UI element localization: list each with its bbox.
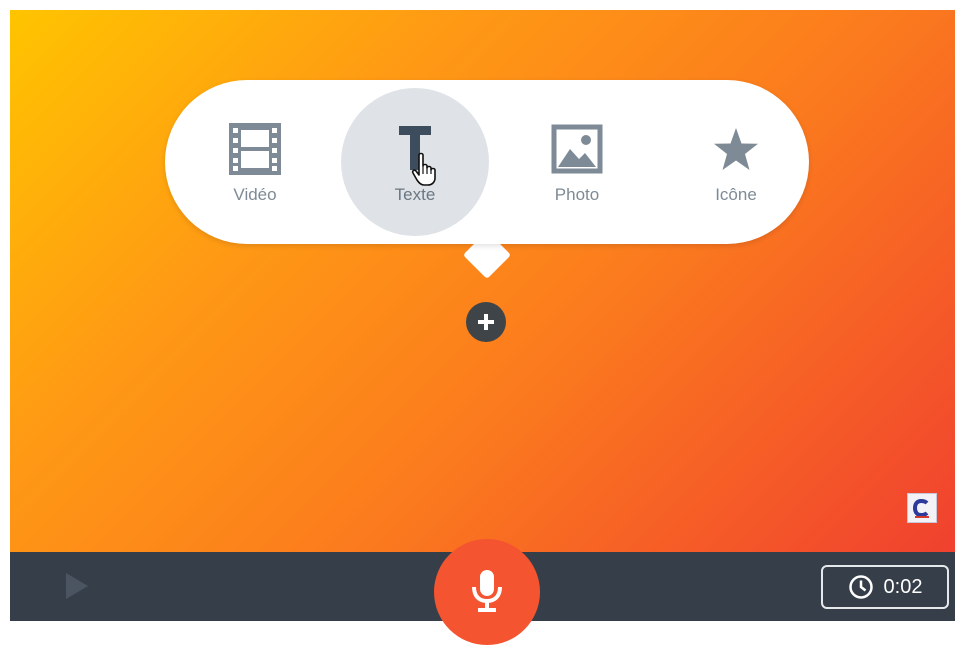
clock-icon	[848, 575, 873, 599]
star-icon	[706, 119, 766, 179]
add-content-button[interactable]	[466, 302, 506, 342]
insert-menu-popup: Vidéo Texte Photo Icône	[165, 80, 809, 244]
record-voice-button[interactable]	[434, 539, 540, 645]
insert-text-option[interactable]: Texte	[340, 80, 490, 244]
plus-icon	[478, 314, 494, 330]
timer-value: 0:02	[883, 575, 923, 598]
insert-icon-option[interactable]: Icône	[661, 80, 811, 244]
play-button[interactable]	[62, 571, 92, 601]
photo-icon	[547, 119, 607, 179]
slide-canvas[interactable]: Vidéo Texte Photo Icône	[10, 10, 955, 552]
insert-icon-label: Icône	[715, 185, 757, 204]
film-icon	[225, 119, 285, 179]
brand-logo	[907, 493, 937, 523]
hand-pointer-cursor-icon	[411, 152, 439, 191]
recording-timer: 0:02	[821, 565, 949, 609]
insert-video-option[interactable]: Vidéo	[180, 80, 330, 244]
insert-video-label: Vidéo	[233, 185, 277, 204]
play-icon	[66, 573, 88, 599]
insert-photo-option[interactable]: Photo	[502, 80, 652, 244]
microphone-icon	[472, 570, 502, 612]
insert-photo-label: Photo	[554, 185, 600, 204]
bottom-toolbar: 0:02	[10, 539, 955, 645]
